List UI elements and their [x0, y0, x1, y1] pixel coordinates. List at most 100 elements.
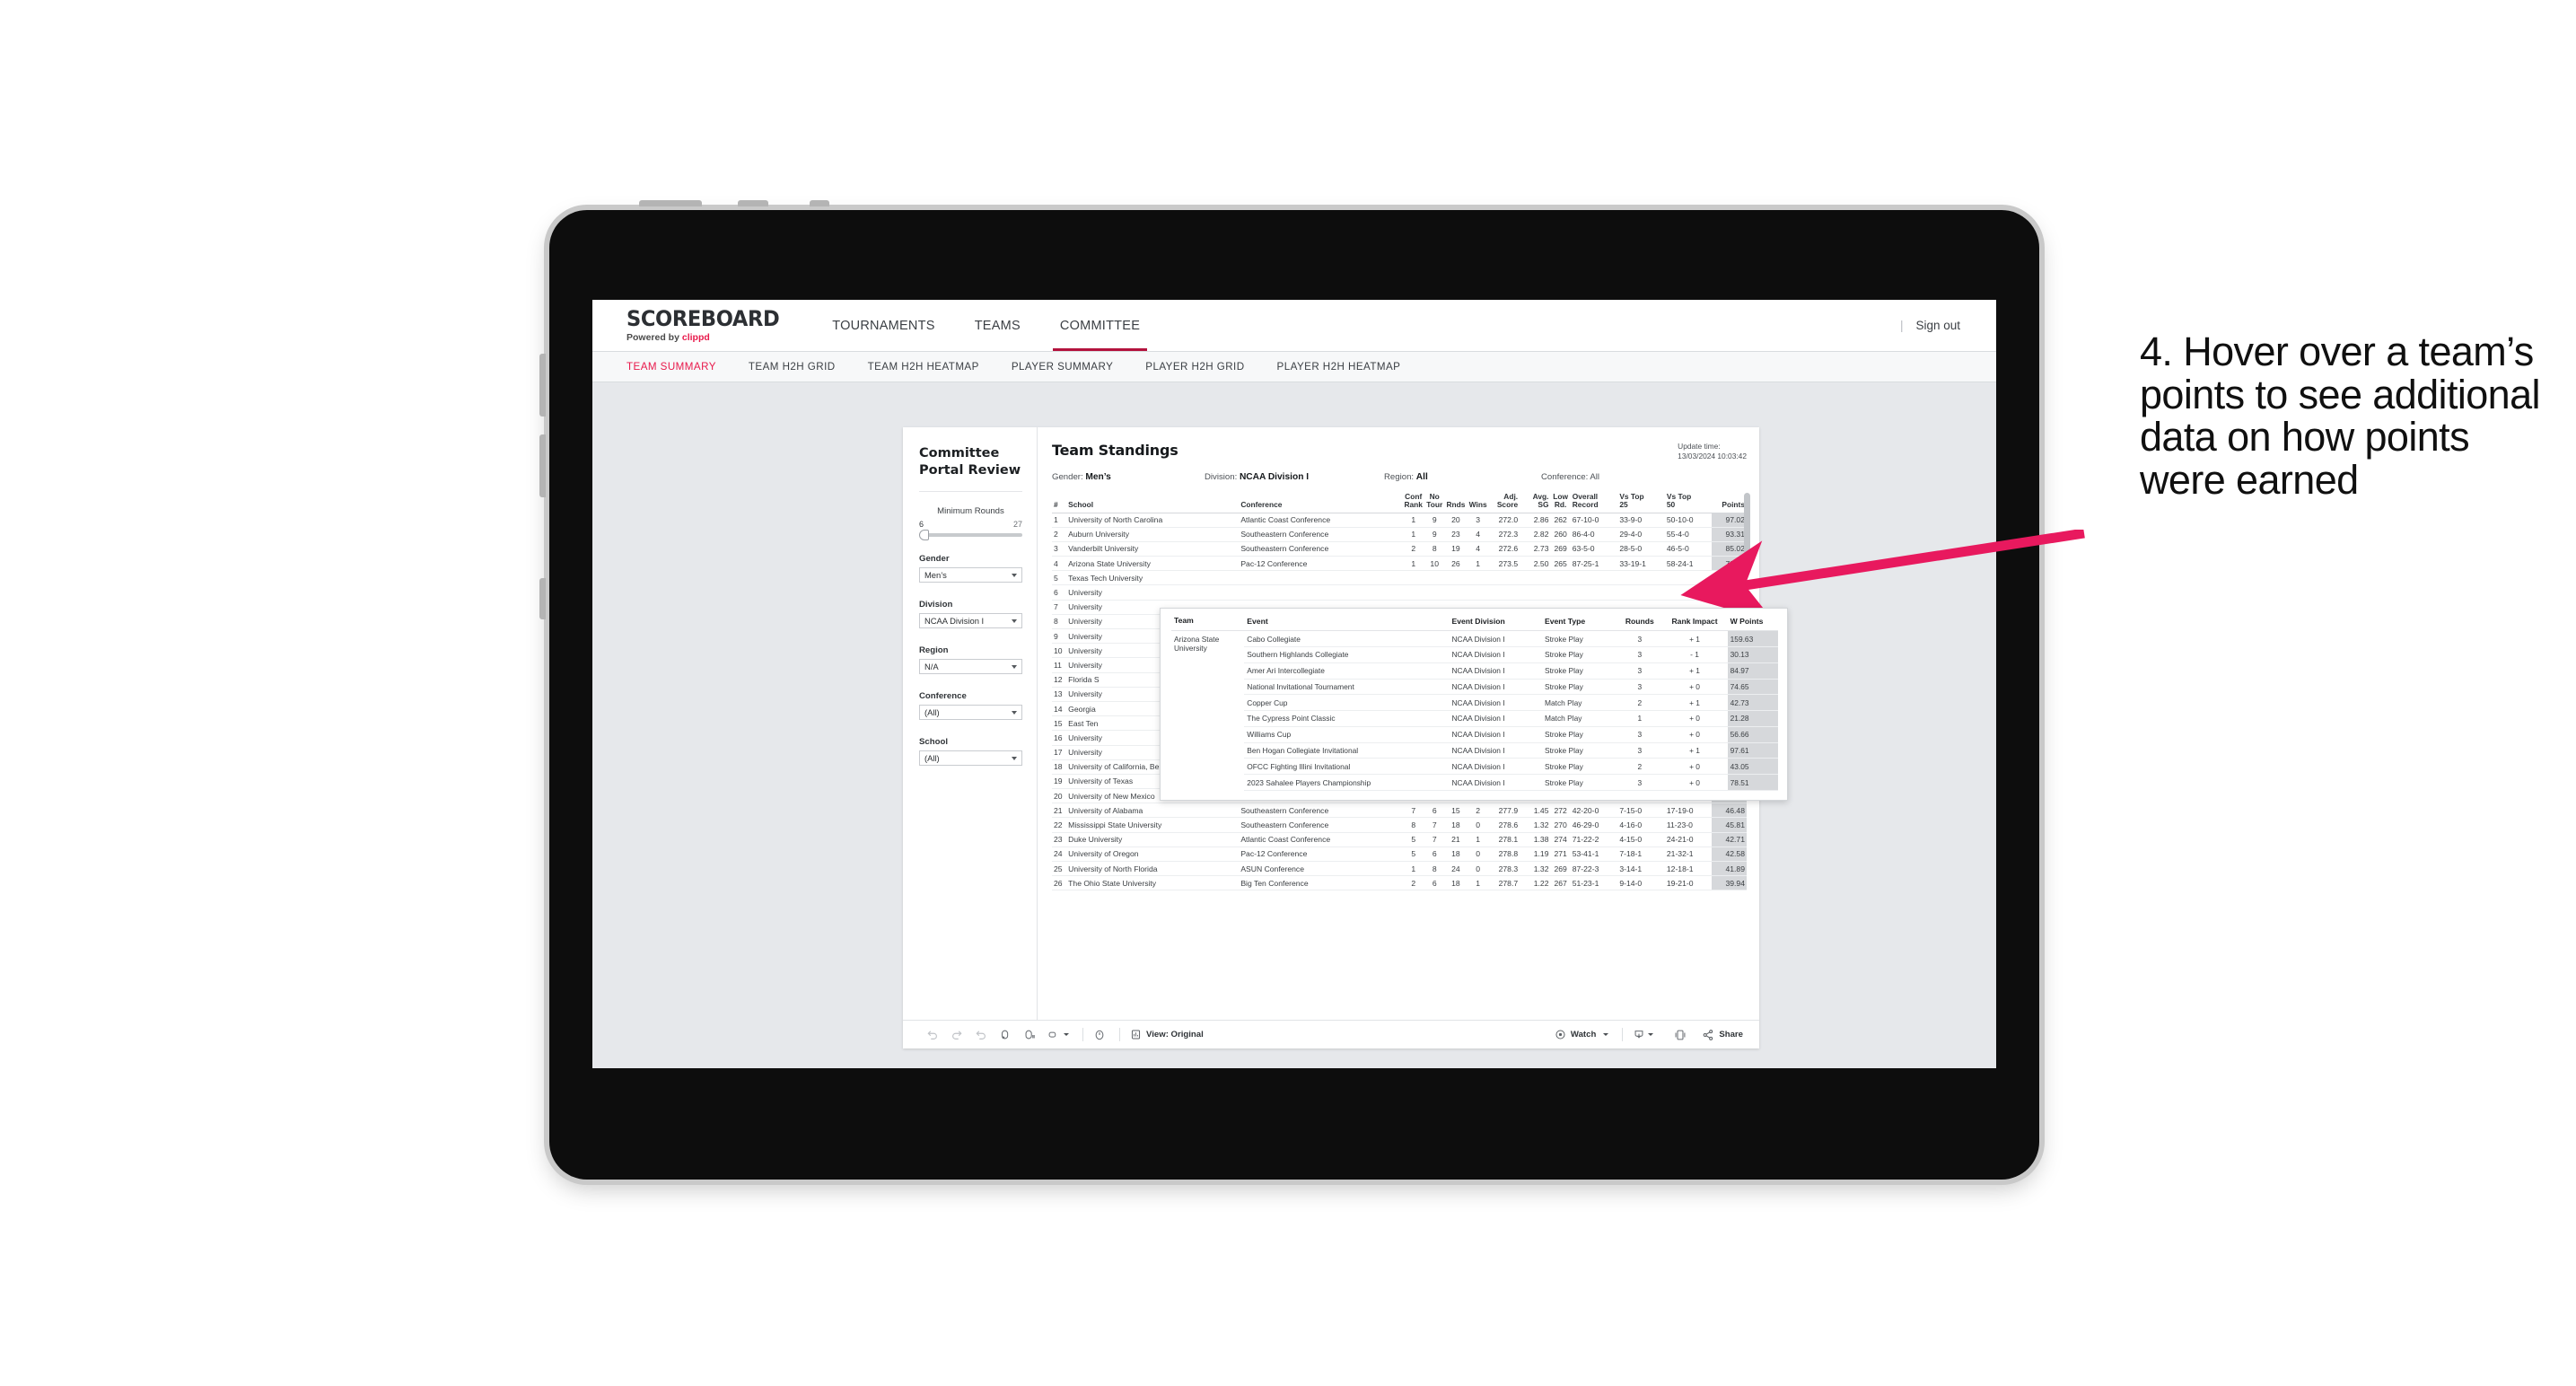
gender-select[interactable]: Men’s — [919, 567, 1022, 583]
col-vs-top-50[interactable]: Vs Top 50 — [1664, 492, 1713, 513]
sign-out-link[interactable]: Sign out — [1915, 319, 1960, 332]
table-row[interactable]: 6 University — [1052, 584, 1747, 601]
table-cell: 9 — [1424, 513, 1445, 528]
tooltip-cell: Stroke Play — [1541, 758, 1618, 776]
table-row[interactable]: 5 Texas Tech University — [1052, 570, 1747, 586]
tooltip-team-cell: Arizona State University — [1171, 631, 1244, 791]
table-row[interactable]: 3 Vanderbilt University Southeastern Confe… — [1052, 541, 1747, 557]
filter-summary-conference-value: All — [1590, 471, 1600, 482]
table-row[interactable]: 24 University of Oregon Pac-12 Conference 5… — [1052, 847, 1747, 863]
filter-conference: Conference (All) — [919, 691, 1022, 721]
table-row[interactable]: 2 Auburn University Southeastern Conferenc… — [1052, 527, 1747, 542]
table-cell: 9 — [1052, 628, 1067, 645]
tab-team-summary[interactable]: TEAM SUMMARY — [626, 361, 736, 373]
table-row[interactable]: 21 University of Alabama Southeastern Conf… — [1052, 803, 1747, 819]
table-cell: 5 — [1402, 832, 1425, 847]
table-row[interactable]: 22 Mississippi State University Southeaste… — [1052, 817, 1747, 833]
tab-team-h2h-grid[interactable]: TEAM H2H GRID — [749, 361, 855, 373]
division-select[interactable]: NCAA Division I — [919, 613, 1022, 629]
tooltip-cell: NCAA Division I — [1449, 742, 1542, 759]
col-no-tour[interactable]: No Tour — [1424, 492, 1445, 513]
table-cell: 1.22 — [1520, 875, 1551, 891]
brand-name: SCOREBOARD — [626, 306, 780, 331]
tab-player-summary[interactable]: PLAYER SUMMARY — [1012, 361, 1133, 373]
col-rank[interactable]: # — [1052, 492, 1067, 513]
table-cell: 87-22-3 — [1570, 861, 1618, 877]
tooltip-col-event-division: Event Division — [1449, 616, 1542, 632]
table-cell: 39.94 — [1712, 875, 1747, 891]
col-avg-sg[interactable]: Avg. SG — [1520, 492, 1551, 513]
table-cell: 7-15-0 — [1617, 803, 1665, 819]
redo-icon[interactable] — [951, 1029, 963, 1041]
table-cell: Pac-12 Conference — [1239, 847, 1403, 863]
tooltip-cell: The Cypress Point Classic — [1244, 710, 1450, 727]
tab-team-h2h-heatmap[interactable]: TEAM H2H HEATMAP — [868, 361, 999, 373]
filter-gender: Gender Men’s — [919, 554, 1022, 583]
table-cell: 18 — [1052, 759, 1067, 775]
col-school[interactable]: School — [1066, 492, 1240, 513]
device-layout-icon[interactable] — [1674, 1029, 1687, 1041]
table-cell: 63-5-0 — [1570, 541, 1618, 557]
toolbar-divider — [1082, 1028, 1083, 1041]
tab-player-h2h-grid[interactable]: PLAYER H2H GRID — [1145, 361, 1264, 373]
table-row[interactable]: 1 University of North Carolina Atlantic Co… — [1052, 513, 1747, 528]
col-rnds[interactable]: Rnds — [1444, 492, 1468, 513]
nav-item-teams[interactable]: TEAMS — [955, 300, 1040, 351]
region-value: N/A — [924, 662, 939, 672]
col-conf-rank[interactable]: Conf Rank — [1402, 492, 1425, 513]
col-low-rd[interactable]: Low Rd. — [1550, 492, 1571, 513]
col-vs-top-25[interactable]: Vs Top 25 — [1617, 492, 1665, 513]
school-select[interactable]: (All) — [919, 750, 1022, 767]
tooltip-cell: Stroke Play — [1541, 662, 1618, 680]
table-cell: 4-16-0 — [1617, 817, 1665, 833]
view-original-button[interactable]: View: Original — [1130, 1029, 1204, 1040]
table-row[interactable]: 25 University of North Florida ASUN Confer… — [1052, 861, 1747, 877]
table-cell: 9 — [1424, 527, 1445, 542]
col-points[interactable]: Points — [1712, 492, 1747, 513]
table-cell: 15 — [1444, 803, 1468, 819]
brand-logo[interactable]: SCOREBOARD Powered by clippd — [592, 300, 812, 351]
tooltip-cell: Copper Cup — [1244, 694, 1450, 712]
view-card-icon[interactable] — [1047, 1029, 1069, 1041]
tooltip-cell: Stroke Play — [1541, 726, 1618, 743]
refresh-data-icon[interactable] — [999, 1029, 1012, 1041]
tab-player-h2h-heatmap[interactable]: PLAYER H2H HEATMAP — [1277, 361, 1421, 373]
conference-label: Conference — [919, 691, 967, 702]
col-overall-record[interactable]: Overall Record — [1570, 492, 1618, 513]
col-adj-score[interactable]: Adj. Score — [1488, 492, 1520, 513]
table-row[interactable]: 23 Duke University Atlantic Coast Conferen… — [1052, 832, 1747, 847]
undo-icon[interactable] — [926, 1029, 939, 1041]
conference-select[interactable]: (All) — [919, 705, 1022, 721]
school-value: (All) — [924, 753, 940, 764]
share-button[interactable]: Share — [1702, 1029, 1743, 1041]
table-cell: 278.8 — [1488, 847, 1520, 863]
filter-summary-gender: Gender: Men’s — [1052, 472, 1205, 482]
viz-header: Team Standings Update time: 13/03/2024 1… — [1052, 442, 1747, 462]
filter-sidebar: Committee Portal Review Minimum Rounds 6… — [903, 427, 1038, 1020]
table-cell: 41.89 — [1712, 861, 1747, 877]
pause-updates-icon[interactable] — [1023, 1029, 1036, 1041]
tooltip-body: Arizona State University Cabo Collegiate NC… — [1171, 630, 1778, 791]
download-icon[interactable] — [1633, 1029, 1654, 1041]
watch-button[interactable]: Watch — [1555, 1029, 1609, 1040]
alert-icon[interactable] — [1093, 1029, 1106, 1041]
tooltip-cell: 3 — [1617, 630, 1662, 647]
revert-icon[interactable] — [975, 1029, 987, 1041]
tooltip-cell: 2 — [1617, 694, 1662, 712]
brand-tagline-accent: clippd — [681, 332, 710, 343]
table-cell: 18 — [1444, 875, 1468, 891]
region-label: Region — [919, 645, 949, 656]
tooltip-cell: 21.28 — [1727, 710, 1778, 727]
table-cell: 21 — [1052, 803, 1067, 819]
col-conference[interactable]: Conference — [1239, 492, 1403, 513]
table-row[interactable]: 4 Arizona State University Pac-12 Conferen… — [1052, 556, 1747, 572]
table-cell — [1239, 584, 1403, 601]
nav-item-tournaments[interactable]: TOURNAMENTS — [812, 300, 954, 351]
col-wins[interactable]: Wins — [1467, 492, 1489, 513]
standings-head: # School Conference Conf Rank No Tour Rnds… — [1052, 492, 1747, 513]
table-row[interactable]: 26 The Ohio State University Big Ten Confe… — [1052, 875, 1747, 891]
minimum-rounds-slider[interactable] — [919, 530, 1022, 541]
slider-handle[interactable] — [919, 530, 929, 541]
region-select[interactable]: N/A — [919, 659, 1022, 675]
nav-item-committee[interactable]: COMMITTEE — [1040, 300, 1160, 351]
